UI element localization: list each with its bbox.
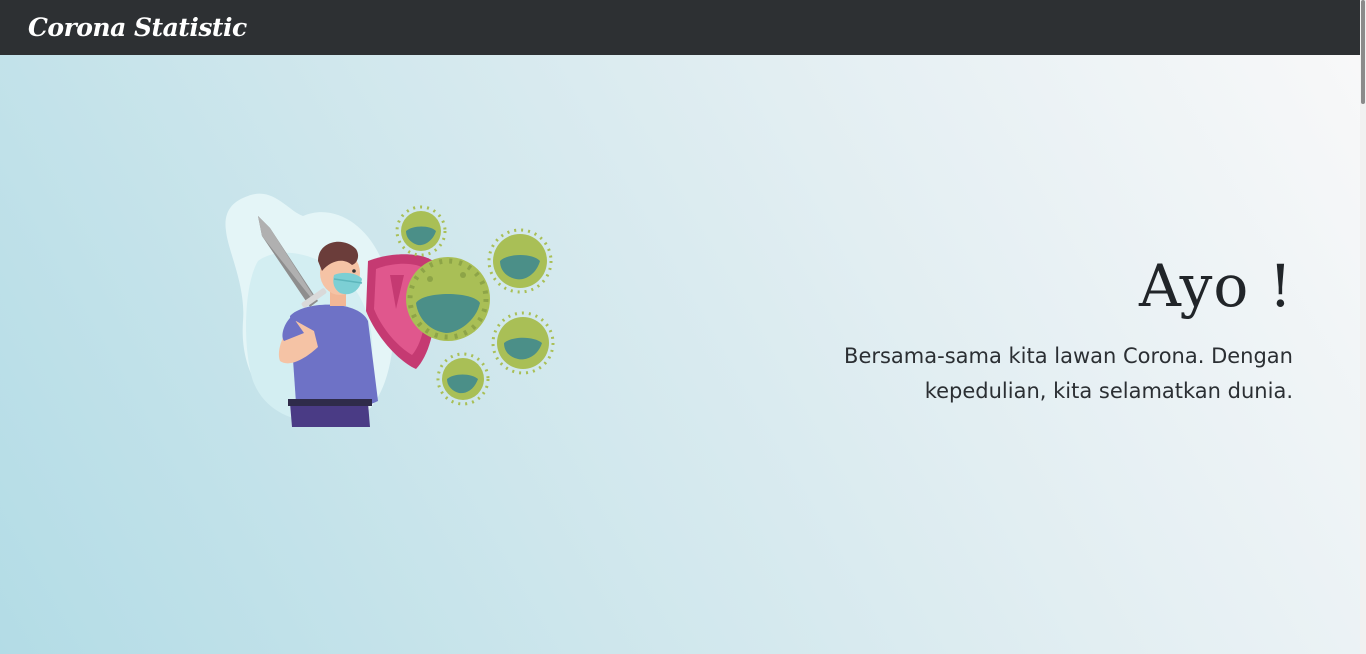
brand-logo[interactable]: Corona Statistic — [28, 13, 247, 42]
virus-icon-large — [406, 257, 490, 341]
virus-icon-right-bottom — [491, 311, 555, 375]
hero-text-block: Ayo ! Bersama-sama kita lawan Corona. De… — [773, 251, 1293, 409]
scrollbar-thumb[interactable] — [1361, 0, 1365, 104]
fighting-virus-illustration-icon — [225, 193, 555, 427]
page-scrollbar[interactable] — [1360, 0, 1366, 654]
virus-icon-top — [395, 205, 447, 257]
virus-icon-right-top — [487, 228, 553, 294]
hero-section: Ayo ! Bersama-sama kita lawan Corona. De… — [0, 55, 1360, 654]
top-navbar: Corona Statistic — [0, 0, 1360, 55]
hero-subtitle: Bersama-sama kita lawan Corona. Dengan k… — [844, 344, 1293, 403]
hero-title: Ayo ! — [1139, 252, 1293, 320]
virus-icon-bottom — [436, 352, 490, 406]
